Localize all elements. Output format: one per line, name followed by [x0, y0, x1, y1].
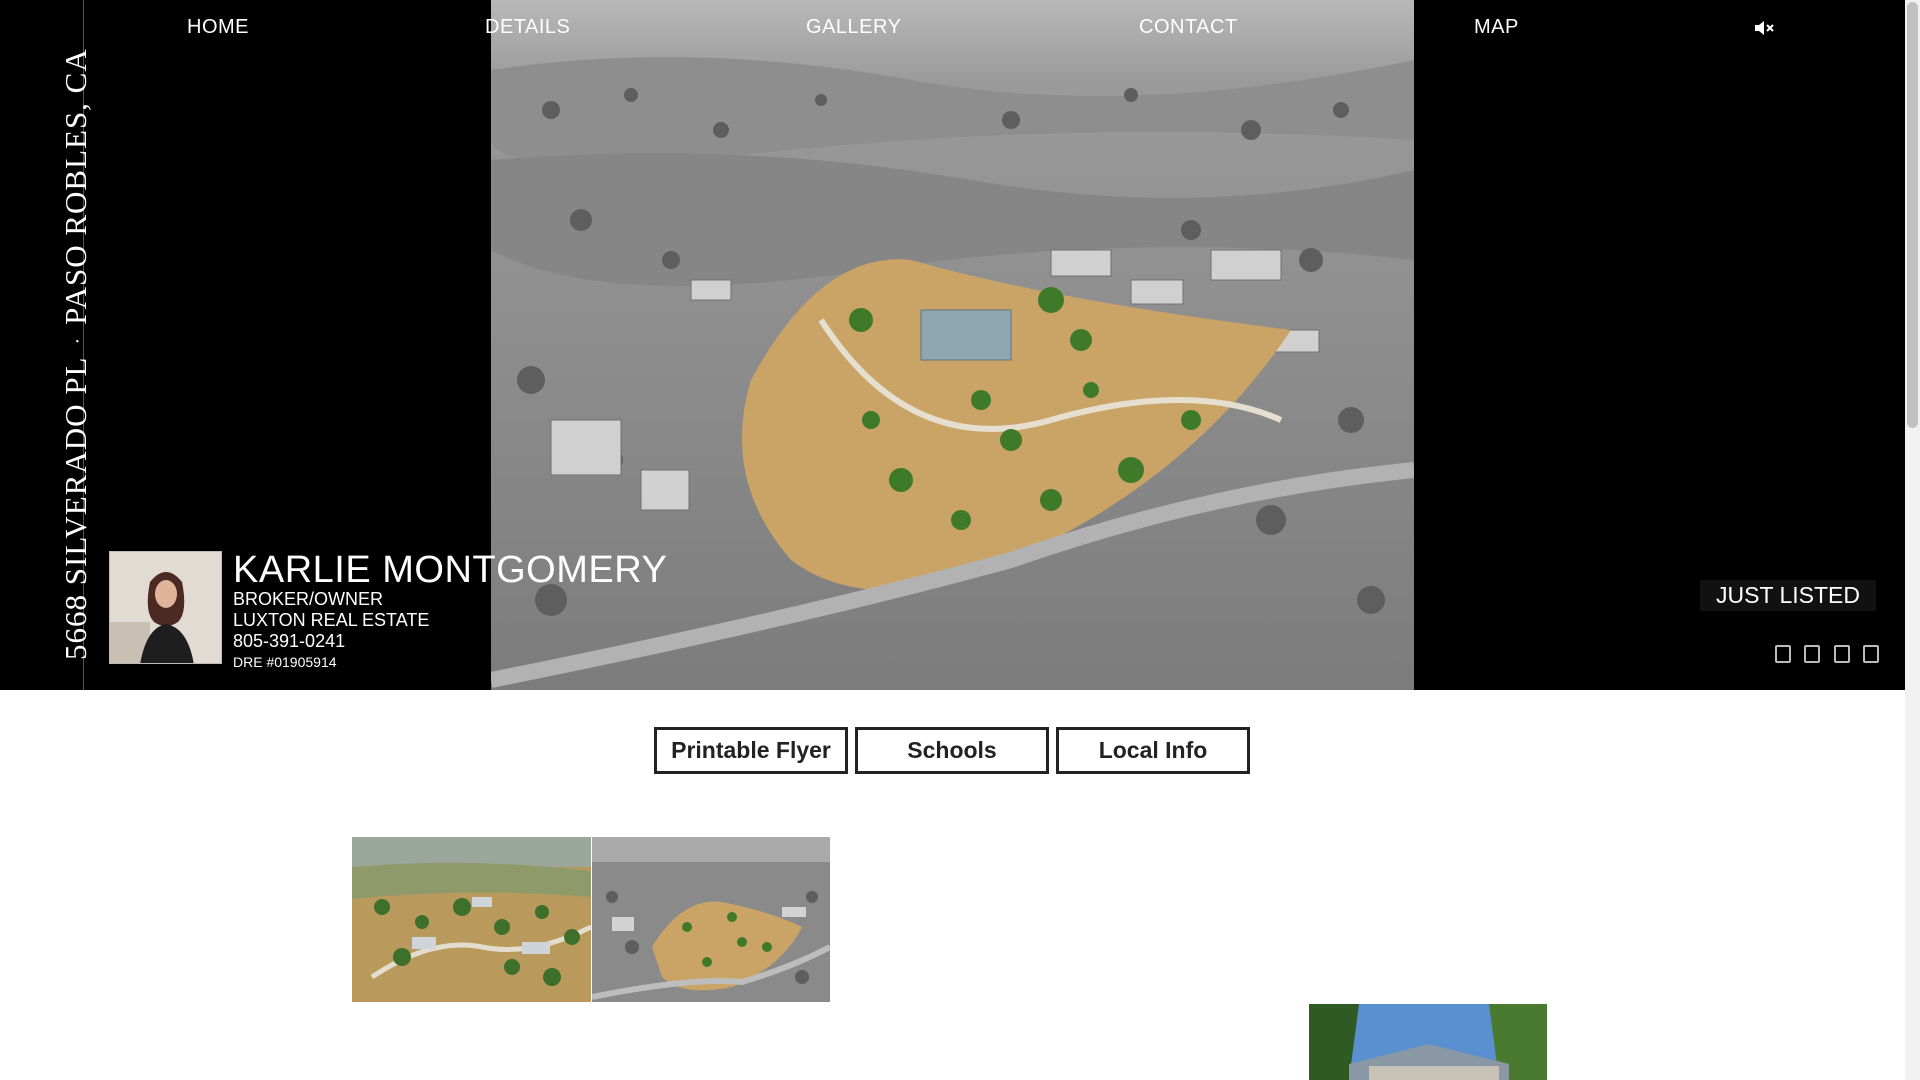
twitter-icon[interactable] — [1804, 645, 1820, 663]
page-scrollbar[interactable] — [1905, 0, 1920, 1080]
top-navigation: HOME DETAILS GALLERY CONTACT MAP — [0, 0, 1905, 56]
email-icon[interactable] — [1863, 645, 1879, 663]
agent-title: BROKER/OWNER — [233, 589, 384, 609]
agent-dre: DRE #01905914 — [233, 654, 337, 670]
nav-gallery[interactable]: GALLERY — [806, 16, 901, 39]
nav-details[interactable]: DETAILS — [485, 16, 570, 39]
local-info-button[interactable]: Local Info — [1056, 727, 1250, 774]
agent-photo — [109, 551, 222, 664]
nav-contact[interactable]: CONTACT — [1139, 16, 1238, 39]
facebook-icon[interactable] — [1775, 645, 1791, 663]
agent-info: KARLIE MONTGOMERY BROKER/OWNER LUXTON RE… — [233, 551, 667, 672]
address-city: PASO ROBLES, CA — [58, 48, 93, 325]
agent-card: KARLIE MONTGOMERY BROKER/OWNER LUXTON RE… — [109, 551, 667, 672]
address-street: 5668 SILVERADO PL — [58, 356, 93, 661]
agent-name: KARLIE MONTGOMERY — [233, 549, 668, 591]
agent-brokerage: LUXTON REAL ESTATE — [233, 610, 430, 630]
action-buttons: Printable Flyer Schools Local Info — [654, 727, 1250, 774]
address-separator: · — [67, 336, 90, 345]
address-sidebar: 5668 SILVERADO PL · PASO ROBLES, CA — [0, 0, 93, 690]
gallery-thumbnail[interactable] — [1309, 1004, 1547, 1080]
volume-mute-icon[interactable] — [1752, 16, 1776, 40]
status-badge: JUST LISTED — [1700, 580, 1876, 611]
gallery-thumbnail[interactable] — [352, 837, 591, 1002]
gallery-thumbnail[interactable] — [592, 837, 830, 1002]
printable-flyer-button[interactable]: Printable Flyer — [654, 727, 848, 774]
nav-map[interactable]: MAP — [1474, 16, 1519, 39]
property-address: 5668 SILVERADO PL · PASO ROBLES, CA — [58, 48, 94, 660]
scrollbar-thumb[interactable] — [1907, 2, 1918, 428]
nav-home[interactable]: HOME — [187, 16, 249, 39]
agent-phone[interactable]: 805-391-0241 — [233, 631, 667, 652]
schools-button[interactable]: Schools — [855, 727, 1049, 774]
pinterest-icon[interactable] — [1834, 645, 1850, 663]
